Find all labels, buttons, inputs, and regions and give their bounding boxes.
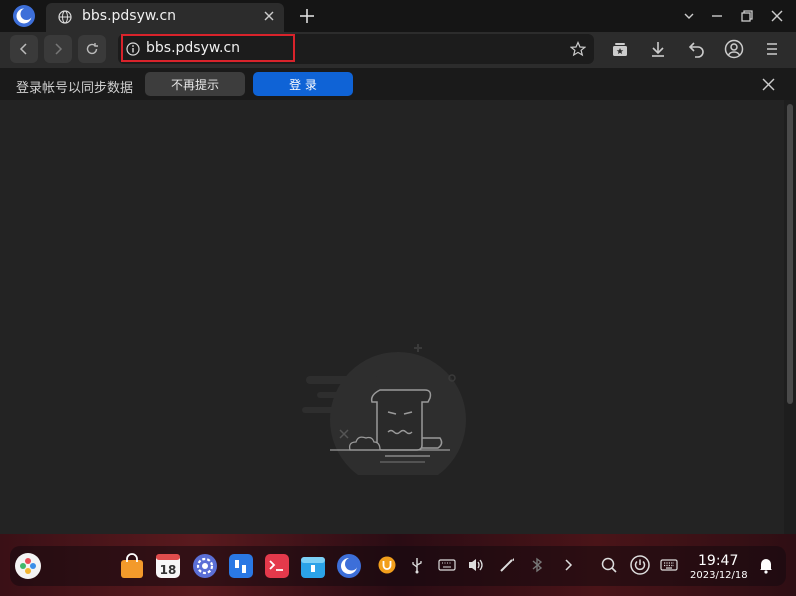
calendar-icon[interactable]: 18 [155,553,181,579]
login-button[interactable]: 登 录 [253,72,353,96]
file-manager-icon[interactable] [228,553,254,579]
chevron-down-icon[interactable] [682,9,696,23]
close-icon[interactable] [762,78,775,91]
chevron-left-icon [19,43,27,55]
reload-button[interactable] [78,35,106,63]
menu-icon[interactable] [762,39,782,59]
app-store-icon[interactable] [119,553,145,579]
dont-show-again-button[interactable]: 不再提示 [145,72,245,96]
taskbar: 18 19:47 2023/12/18 [0,534,796,596]
search-icon[interactable] [600,556,618,574]
browser-logo-icon[interactable] [12,4,36,28]
settings-icon[interactable] [192,553,218,579]
archive-icon[interactable] [300,553,326,579]
collections-icon[interactable] [610,39,630,59]
calendar-day: 18 [160,563,177,577]
reload-icon [86,43,98,55]
tab-title: bbs.pdsyw.cn [82,8,177,24]
volume-icon[interactable] [467,556,485,574]
bluetooth-icon[interactable] [528,556,546,574]
minimize-icon[interactable] [710,9,724,23]
title-bar: bbs.pdsyw.cn [0,0,796,32]
restore-icon[interactable] [740,9,754,23]
notification-bell-icon[interactable] [757,556,775,574]
power-icon[interactable] [630,555,650,575]
download-icon[interactable] [648,39,668,59]
launcher-icon[interactable] [14,552,42,580]
account-icon[interactable] [724,39,744,59]
keyboard-icon[interactable] [660,556,678,574]
clock-date[interactable]: 2023/12/18 [690,570,748,581]
scrollbar[interactable] [784,100,796,534]
chevron-right-icon [55,43,63,55]
scrollbar-thumb[interactable] [787,104,793,404]
keyboard-layout-icon[interactable] [438,556,456,574]
close-window-icon[interactable] [770,9,784,23]
sync-message: 登录帐号以同步数据 [16,81,134,96]
close-tab-icon[interactable] [262,9,276,23]
clock-time[interactable]: 19:47 [698,553,738,569]
url-highlight-box [121,34,295,62]
browser-dock-icon[interactable] [336,553,362,579]
stylus-icon[interactable] [498,556,516,574]
navigation-toolbar: bbs.pdsyw.cn [0,32,796,68]
usb-icon[interactable] [408,556,426,574]
input-method-icon[interactable] [378,556,396,574]
globe-icon [58,10,72,24]
browser-tab[interactable]: bbs.pdsyw.cn [46,3,284,32]
new-tab-icon[interactable] [298,7,316,25]
undo-icon[interactable] [686,39,706,59]
back-button[interactable] [10,35,38,63]
empty-page-illustration [302,344,466,475]
chevron-right-icon[interactable] [559,556,577,574]
forward-button[interactable] [44,35,72,63]
terminal-icon[interactable] [264,553,290,579]
sync-infobar: 登录帐号以同步数据 不再提示 登 录 [0,68,796,100]
star-icon[interactable] [570,41,586,57]
